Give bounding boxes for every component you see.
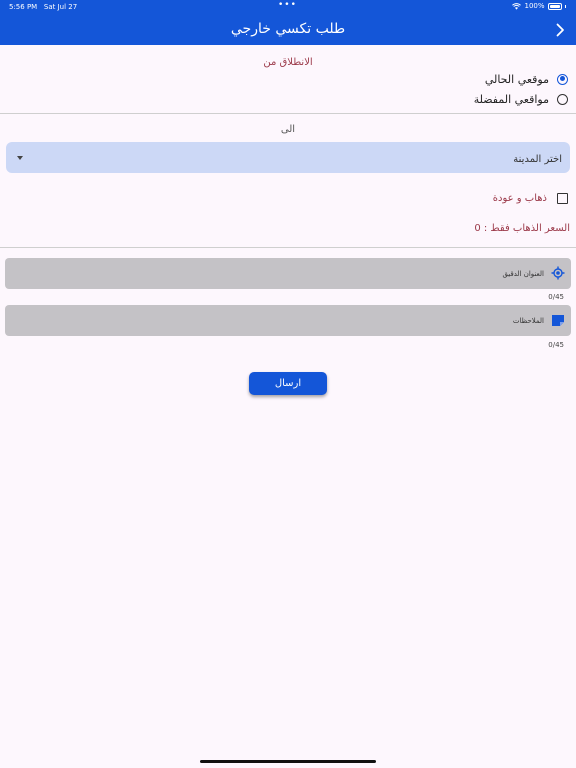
status-bar: 5:56 PM Sat Jul 27 ••• 100% [0,0,576,14]
status-date-text: Sat Jul 27 [43,3,78,11]
location-target-icon[interactable] [551,266,565,280]
multitasking-dots-icon[interactable]: ••• [278,1,297,10]
wifi-icon [512,2,522,10]
city-select-value: اختر المدينة [513,154,562,165]
favorite-locations-label: مواقعي المفضلة [473,92,549,106]
round-trip-option[interactable]: ذهاب و عودة [493,190,568,206]
current-location-radio[interactable] [557,73,568,85]
to-section-label: الى [280,124,296,135]
app-header: 5:56 PM Sat Jul 27 ••• 100% طلب تكسي خار… [0,0,576,45]
favorite-locations-option[interactable]: مواقعي المفضلة [474,90,568,108]
home-indicator[interactable] [200,760,376,763]
divider [0,113,576,114]
notes-field[interactable]: الملاحظات [5,305,571,336]
favorite-locations-radio[interactable] [557,93,568,105]
city-select[interactable]: اختر المدينة [6,142,570,173]
battery-icon [547,2,562,10]
current-location-option[interactable]: موقعي الحالي [485,70,568,88]
round-trip-label: ذهاب و عودة [492,192,547,204]
status-time: 5:56 PM Sat Jul 27 [9,3,77,11]
from-section-label: الانطلاق من [263,57,313,68]
status-right: 100% [512,2,566,10]
battery-percent: 100% [524,2,545,10]
battery-tip [564,4,566,8]
status-time-text: 5:56 PM [9,3,38,11]
notes-field-label: الملاحظات [512,317,544,325]
note-icon [552,315,564,326]
page-title: طلب تكسي خارجي [230,21,346,37]
address-char-counter: 0/45 [548,293,564,301]
back-button[interactable] [550,19,570,41]
notes-char-counter: 0/45 [548,341,564,349]
round-trip-checkbox[interactable] [557,192,568,204]
address-field-label: العنوان الدقيق [502,270,544,278]
chevron-right-icon [556,23,564,37]
submit-button[interactable]: ارسال [249,372,327,395]
dropdown-caret-icon [17,156,23,160]
current-location-label: موقعي الحالي [484,72,549,86]
divider [0,247,576,248]
price-text: السعر الذهاب فقط : 0 [474,223,570,234]
address-field[interactable]: العنوان الدقيق [5,258,571,289]
